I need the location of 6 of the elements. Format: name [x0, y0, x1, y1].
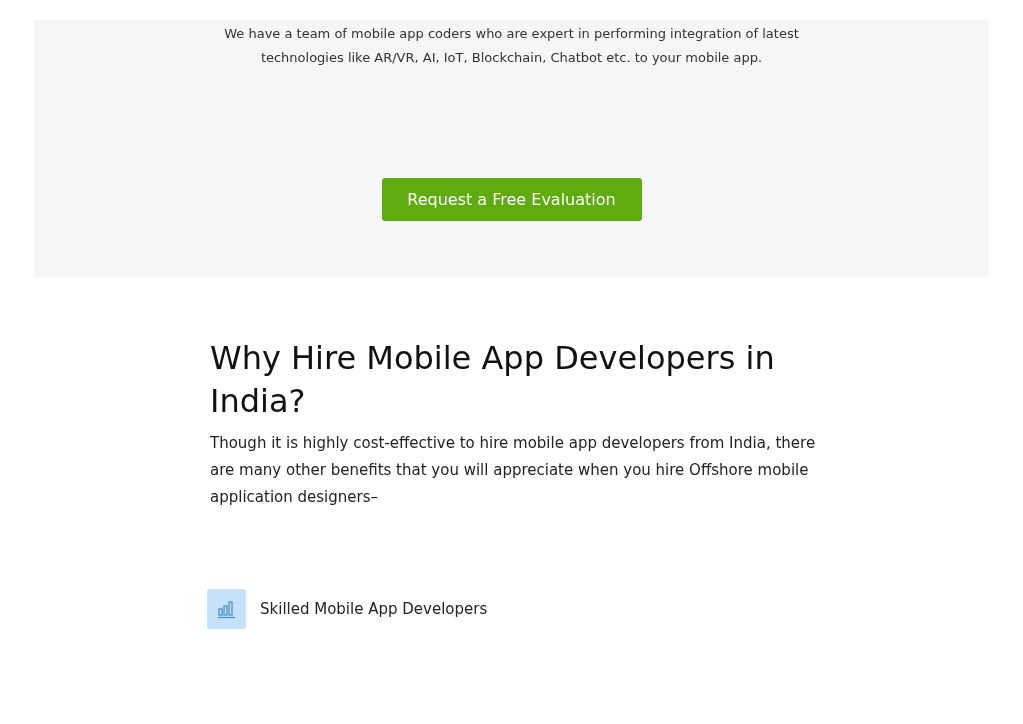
intro-paragraph: Though it is highly cost-effective to hire mobile app developers from India, there are many other benefits that you will appreciate when you hire Offshore mobile application designers– [210, 433, 817, 508]
bar-chart-icon [207, 589, 246, 629]
feature-title: Skilled Mobile App Developers [260, 600, 488, 618]
section-description: We have a team of mobile app coders who are expert in performing integration of latest technologies like AR/VR, AI, IoT, Blockchain, Chatbot etc. to your mobile app. [223, 25, 800, 67]
section-heading: Why Hire Mobile App Developers in India? [210, 338, 776, 422]
request-evaluation-button[interactable]: Request a Free Evaluation [381, 178, 642, 221]
